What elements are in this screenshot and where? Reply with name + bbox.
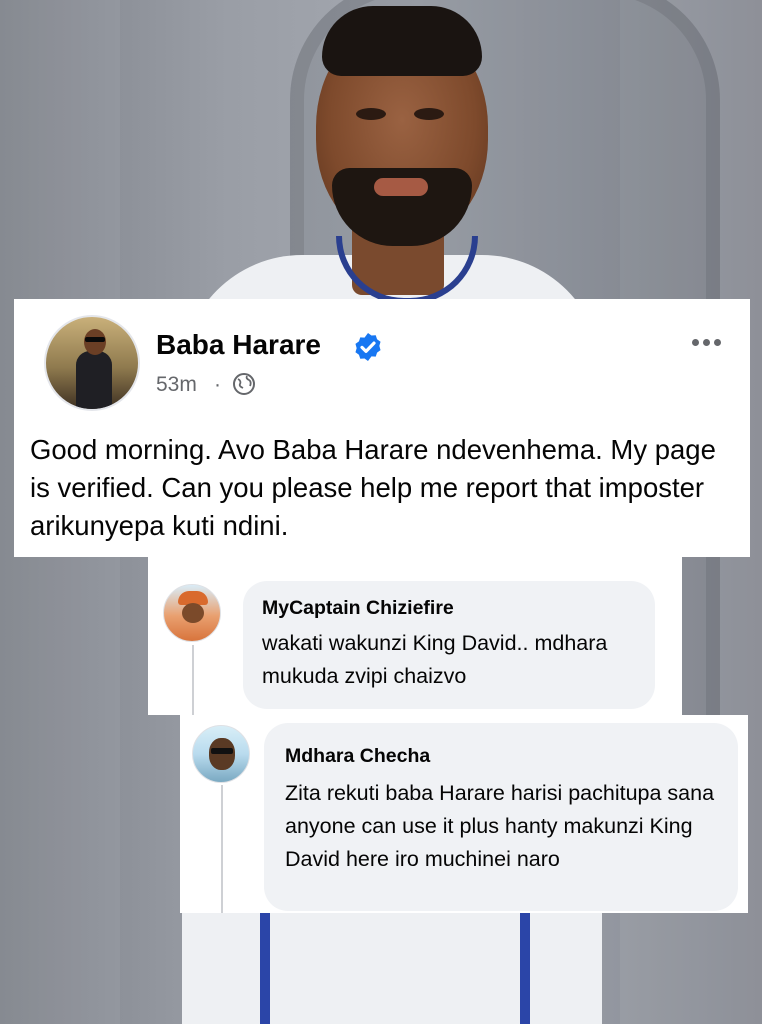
globe-icon [233, 373, 255, 395]
thread-line [221, 785, 223, 913]
thread-line [192, 645, 194, 715]
verified-badge-icon [355, 333, 381, 361]
commenter-avatar[interactable] [192, 725, 250, 783]
comment-text: Zita rekuti baba Harare harisi pachitupa… [285, 781, 715, 871]
more-options-icon[interactable] [692, 333, 732, 347]
commenter-avatar[interactable] [163, 584, 221, 642]
comment-bubble: Mdhara Checha Zita rekuti baba Harare ha… [264, 723, 738, 911]
post-card: Baba Harare 53m · Good morning. Avo Baba… [14, 299, 750, 557]
post-text: Good morning. Avo Baba Harare ndevenhema… [30, 434, 716, 541]
comment-panel: Mdhara Checha Zita rekuti baba Harare ha… [180, 715, 748, 913]
author-avatar[interactable] [44, 315, 140, 411]
author-name[interactable]: Baba Harare [156, 329, 321, 361]
commenter-name[interactable]: MyCaptain Chiziefire [262, 597, 454, 620]
comment-bubble: MyCaptain Chiziefire wakati wakunzi King… [243, 581, 655, 709]
post-timestamp[interactable]: 53m [156, 373, 197, 397]
comment-text: wakati wakunzi King David.. mdhara mukud… [262, 631, 608, 688]
comment-panel: MyCaptain Chiziefire wakati wakunzi King… [148, 557, 682, 715]
meta-separator: · [214, 373, 221, 396]
commenter-name[interactable]: Mdhara Checha [285, 745, 430, 768]
